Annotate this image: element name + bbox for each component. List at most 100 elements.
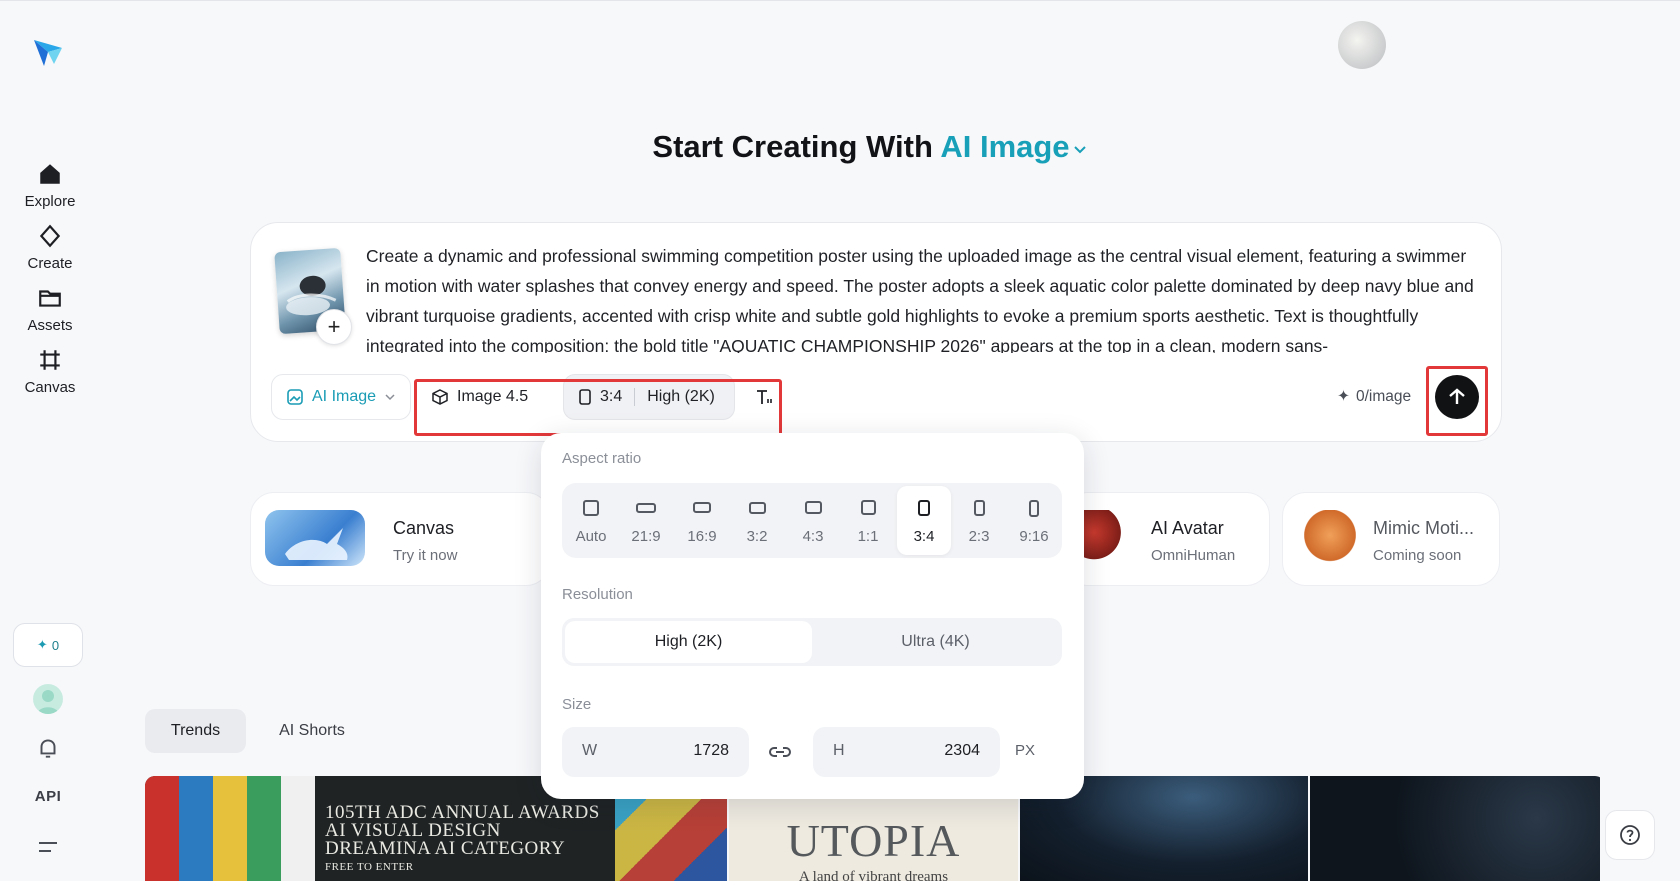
sparkle-icon: ✦ (36, 637, 48, 652)
height-key: H (833, 742, 845, 759)
help-button[interactable] (1605, 810, 1655, 860)
mode-dropdown[interactable]: AI Image (271, 374, 411, 420)
generate-button[interactable] (1435, 375, 1479, 419)
divider (634, 388, 636, 406)
sidebar-item-create[interactable]: Create (10, 223, 90, 272)
feature-card-ai-avatar[interactable]: AI Avatar OmniHuman (1064, 492, 1270, 586)
bell-icon[interactable] (35, 735, 61, 761)
card-subtitle: A land of vibrant dreams (798, 869, 949, 881)
tab-ai-shorts[interactable]: AI Shorts (257, 709, 367, 753)
sparkle-icon (39, 224, 61, 248)
credits-count: 0 (51, 637, 60, 653)
feature-subtitle: Try it now (393, 547, 458, 564)
question-icon (1620, 825, 1640, 845)
ratio-option-3-2[interactable]: 3:2 (730, 486, 784, 555)
arrow-up-icon (1449, 388, 1465, 404)
ratio-option-auto[interactable]: Auto (564, 486, 618, 555)
size-label: Size (562, 696, 592, 713)
card-line: FREE TO ENTER (325, 861, 414, 873)
text-style-button[interactable] (741, 374, 789, 420)
portrait-ratio-icon (579, 389, 591, 405)
ratio-label: 4:3 (802, 528, 824, 545)
ratio-option-9-16[interactable]: 9:16 (1007, 486, 1061, 555)
ratio-option-16-9[interactable]: 16:9 (675, 486, 729, 555)
pattern-image (145, 776, 315, 881)
feature-card-canvas[interactable]: Canvas Try it now (250, 492, 550, 586)
ratio-shape-icon (804, 501, 822, 514)
size-unit: PX (1015, 742, 1036, 759)
folder-icon (39, 290, 61, 307)
prompt-card: + Create a dynamic and professional swim… (250, 222, 1502, 442)
auto-ratio-icon (583, 500, 599, 516)
image-icon (287, 389, 303, 405)
ratio-label: 3:4 (600, 388, 623, 405)
menu-icon[interactable] (36, 837, 60, 857)
credits-button[interactable]: ✦ 0 (13, 623, 83, 667)
model-label: Image 4.5 (457, 388, 529, 405)
width-value: 1728 (693, 742, 729, 759)
feature-title: Canvas (393, 518, 455, 538)
user-icon (37, 690, 59, 714)
ratio-shape-icon (693, 502, 711, 513)
link-icon[interactable] (767, 739, 793, 765)
quality-label: High (2K) (647, 388, 715, 405)
aspect-ratio-label: Aspect ratio (562, 450, 642, 467)
api-link[interactable]: API (28, 788, 68, 805)
cost-indicator: ✦ 0/image (1337, 387, 1411, 406)
ratio-shape-icon (918, 500, 930, 516)
aspect-ratio-options: Auto 21:9 16:9 3:2 4:3 1:1 3:4 2:3 9:16 (562, 483, 1062, 558)
width-key: W (582, 742, 598, 759)
resolution-option-high[interactable]: High (2K) (565, 621, 812, 663)
chevron-down-icon (385, 394, 395, 401)
prompt-input[interactable]: Create a dynamic and professional swimmi… (366, 241, 1476, 353)
ratio-label: 21:9 (631, 528, 661, 545)
ratio-settings-panel: Aspect ratio Auto 21:9 16:9 3:2 4:3 1:1 … (541, 433, 1084, 799)
card-line: DREAMINA AI CATEGORY (325, 838, 566, 859)
ratio-shape-icon (748, 502, 766, 514)
sidebar-item-assets[interactable]: Assets (10, 285, 90, 334)
cost-label: 0/image (1356, 387, 1412, 405)
add-image-button[interactable]: + (316, 309, 352, 345)
ratio-shape-icon (1029, 500, 1039, 517)
ratio-option-4-3[interactable]: 4:3 (786, 486, 840, 555)
mode-switcher[interactable]: AI Image (940, 129, 1087, 164)
ratio-shape-icon (973, 500, 985, 516)
width-field[interactable]: W 1728 (562, 727, 749, 777)
ratio-label: 2:3 (968, 528, 990, 545)
feature-card-mimic-motion[interactable]: Mimic Moti... Coming soon (1282, 492, 1500, 586)
sidebar-item-canvas[interactable]: Canvas (10, 347, 90, 396)
ratio-quality-selector[interactable]: 3:4 High (2K) (563, 374, 735, 420)
resolution-option-ultra[interactable]: Ultra (4K) (812, 621, 1059, 663)
ratio-label: Auto (575, 528, 607, 545)
sidebar-item-explore[interactable]: Explore (10, 161, 90, 210)
ratio-label: 1:1 (857, 528, 879, 545)
moon-image (1338, 21, 1386, 69)
ratio-label: 3:4 (913, 528, 935, 545)
ratio-shape-icon (860, 500, 876, 515)
model-selector[interactable]: Image 4.5 (417, 374, 557, 420)
ratio-label: 3:2 (746, 528, 768, 545)
avatar[interactable] (33, 684, 63, 714)
page-title: Start Creating With AI Image (0, 129, 1680, 165)
sidebar-item-label: Create (27, 255, 73, 272)
ratio-option-21-9[interactable]: 21:9 (619, 486, 673, 555)
mode-label: AI Image (312, 388, 377, 405)
height-field[interactable]: H 2304 (813, 727, 1000, 777)
chevron-down-icon (1073, 146, 1086, 154)
sparkle-icon: ✦ (1337, 388, 1350, 405)
ratio-label: 9:16 (1019, 528, 1049, 545)
gallery-card[interactable] (1310, 776, 1600, 881)
ratio-option-2-3[interactable]: 2:3 (952, 486, 1006, 555)
feature-title: Mimic Moti... (1373, 518, 1474, 538)
pegasus-icon (285, 528, 348, 560)
height-value: 2304 (944, 742, 980, 759)
ratio-option-3-4[interactable]: 3:4 (897, 486, 951, 555)
tab-trends[interactable]: Trends (145, 709, 246, 753)
card-title: UTOPIA (786, 815, 961, 866)
feature-title: AI Avatar (1151, 518, 1224, 538)
ratio-option-1-1[interactable]: 1:1 (841, 486, 895, 555)
card-text: 105TH ADC ANNUAL AWARDS AI VISUAL DESIGN… (325, 803, 600, 876)
resolution-options: High (2K) Ultra (4K) (562, 618, 1062, 666)
title-prefix: Start Creating With (652, 129, 933, 164)
app-logo[interactable] (30, 34, 66, 70)
